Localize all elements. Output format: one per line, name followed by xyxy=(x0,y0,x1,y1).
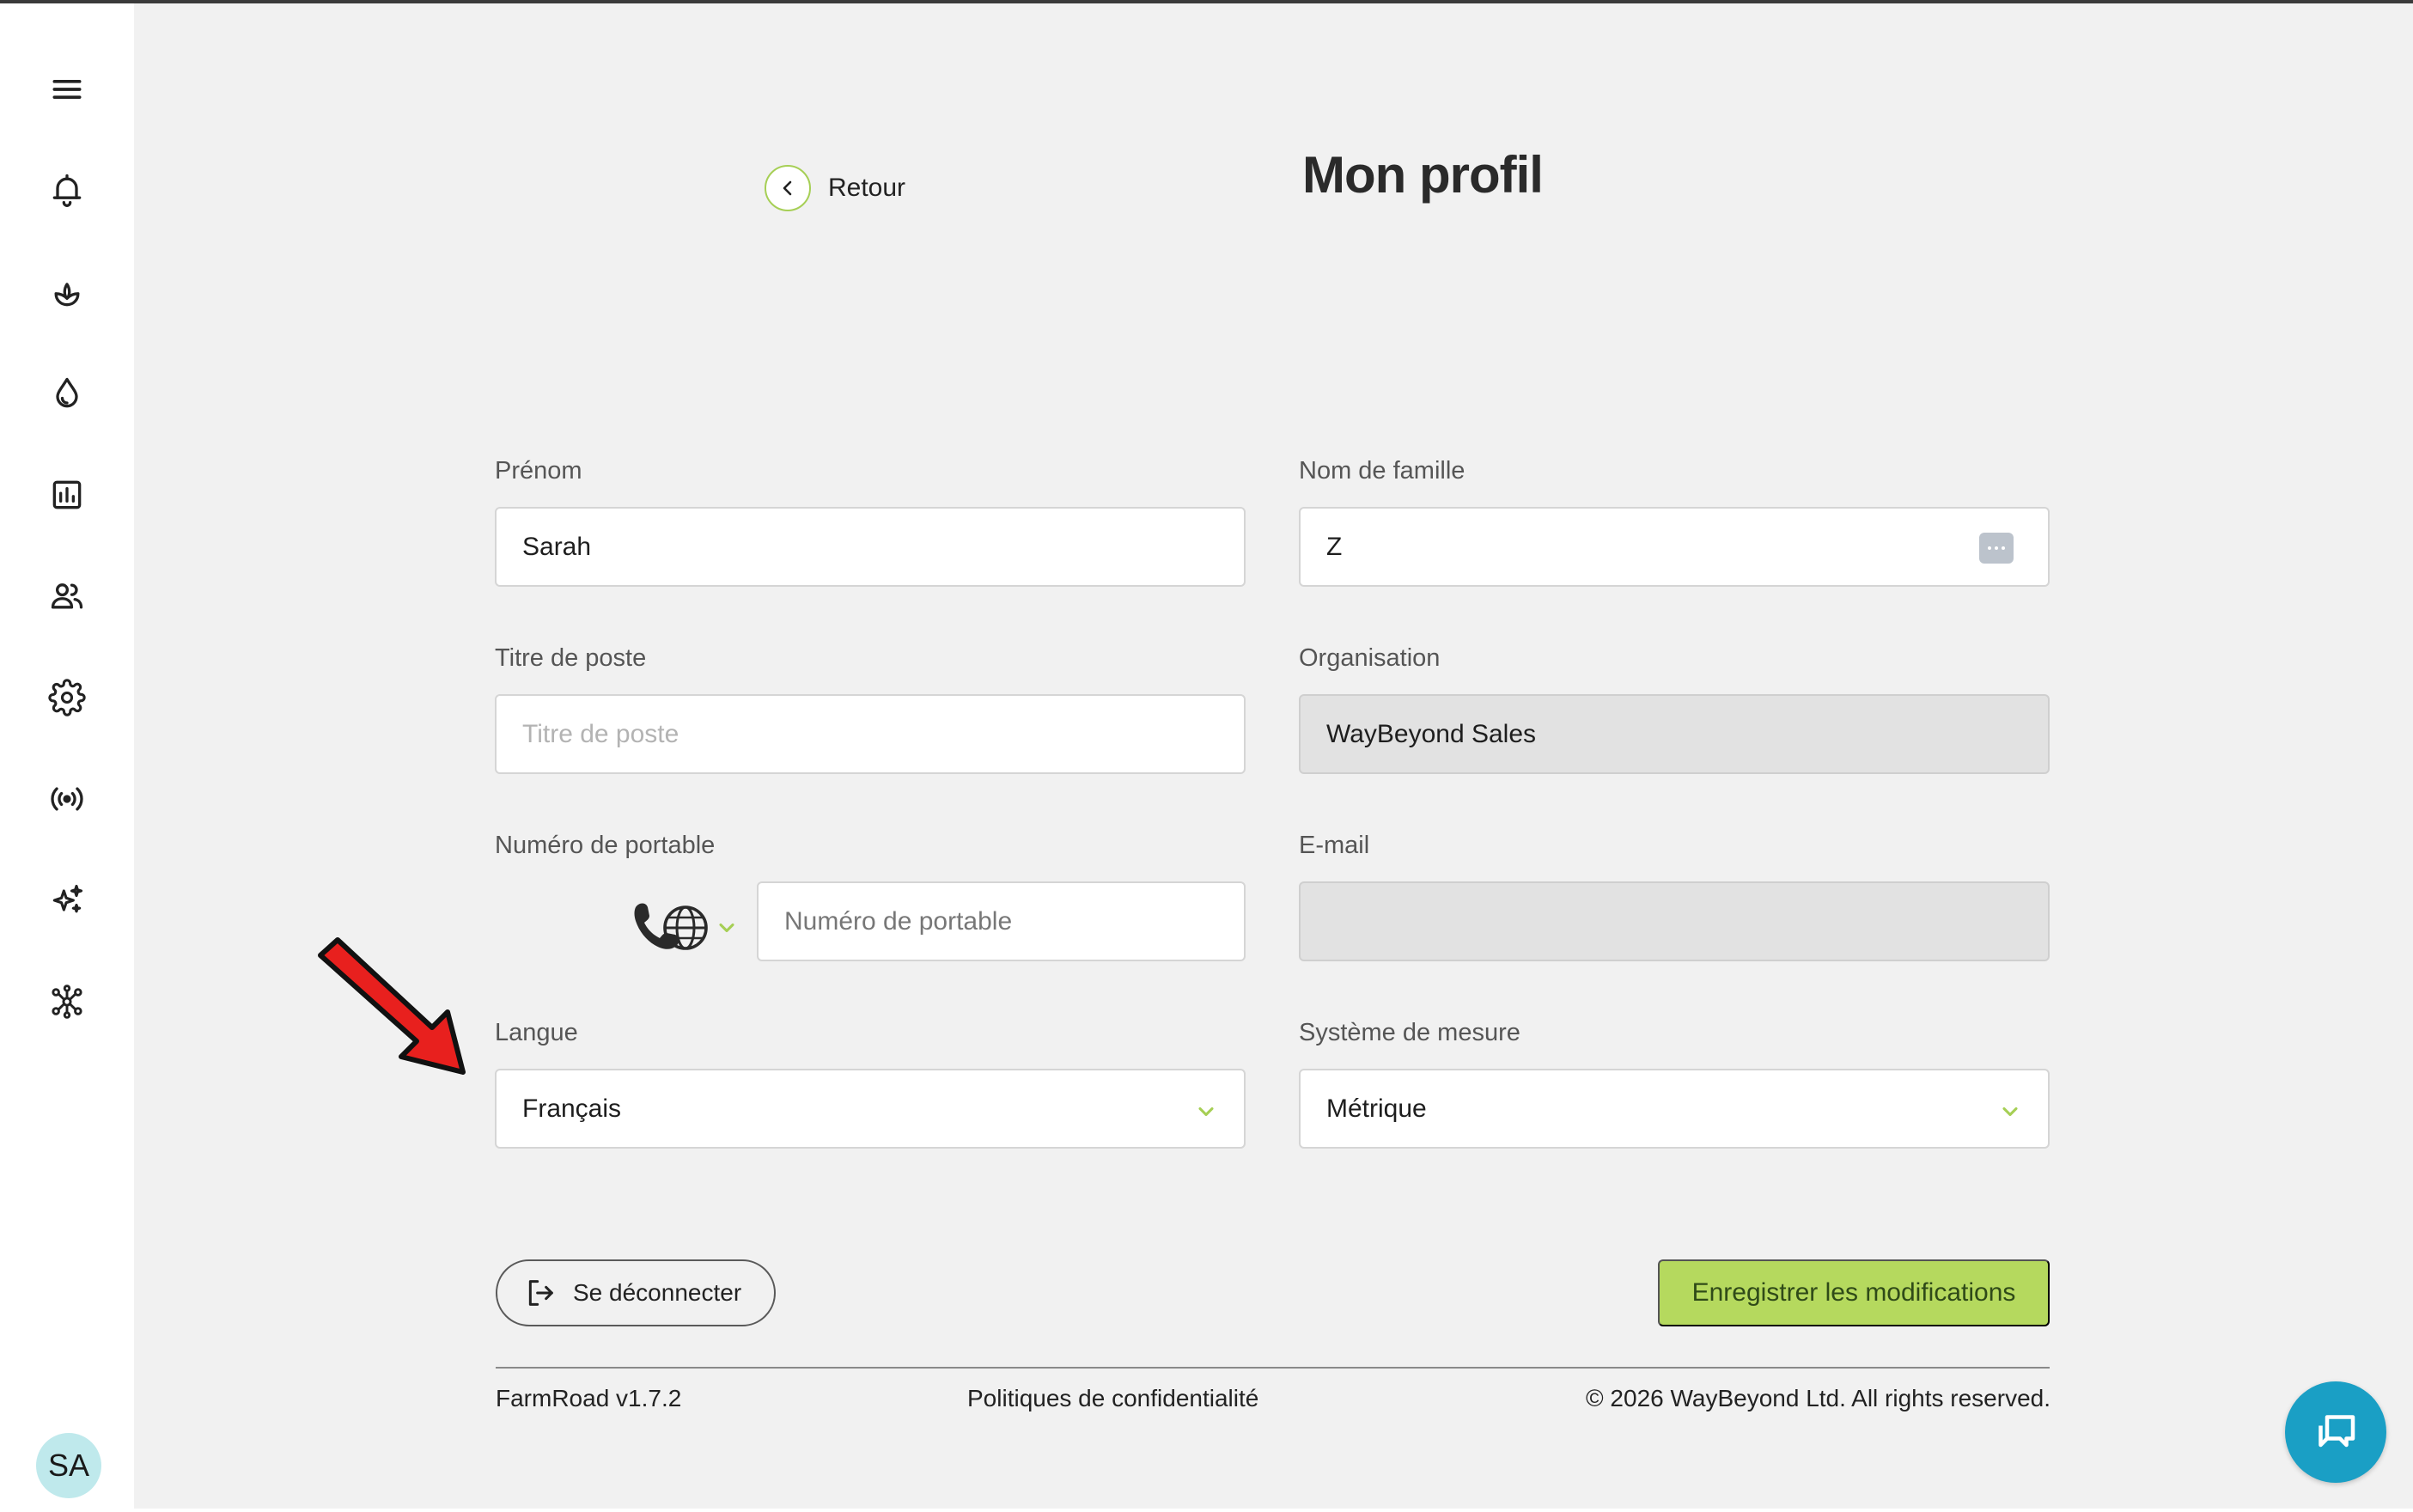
phone-globe-icon xyxy=(634,903,708,950)
language-label: Langue xyxy=(495,1019,578,1046)
main-content: Retour Mon profil Prénom Nom de famille … xyxy=(134,3,2413,1509)
logout-label: Se déconnecter xyxy=(573,1279,742,1306)
last-name-field[interactable] xyxy=(1299,507,2050,587)
gear-icon[interactable] xyxy=(43,674,91,722)
network-icon[interactable] xyxy=(43,978,91,1026)
mobile-field[interactable] xyxy=(757,881,1246,961)
chevron-down-icon xyxy=(719,923,734,933)
water-drop-icon[interactable] xyxy=(43,369,91,418)
chat-button[interactable] xyxy=(2285,1381,2386,1483)
chevron-left-icon xyxy=(765,165,811,211)
email-field xyxy=(1299,881,2050,961)
privacy-link[interactable]: Politiques de confidentialité xyxy=(967,1385,1258,1412)
app-version: FarmRoad v1.7.2 xyxy=(496,1385,682,1411)
bell-icon[interactable] xyxy=(43,166,91,214)
menu-icon[interactable] xyxy=(43,65,91,113)
language-value: Français xyxy=(522,1094,622,1123)
measurement-label: Système de mesure xyxy=(1299,1019,1520,1046)
broadcast-icon[interactable] xyxy=(43,775,91,823)
last-name-input[interactable] xyxy=(1326,509,2048,585)
organisation-field: WayBeyond Sales xyxy=(1299,694,2050,774)
sparkle-icon[interactable] xyxy=(43,876,91,924)
annotation-arrow-icon xyxy=(318,937,466,1075)
email-label: E-mail xyxy=(1299,832,1370,859)
copyright: © 2026 WayBeyond Ltd. All rights reserve… xyxy=(1586,1385,2050,1411)
save-changes-button[interactable]: Enregistrer les modifications xyxy=(1658,1259,2050,1326)
logout-icon xyxy=(528,1280,553,1306)
report-icon[interactable] xyxy=(43,471,91,519)
last-name-label: Nom de famille xyxy=(1299,457,1465,485)
logout-button[interactable]: Se déconnecter xyxy=(496,1259,776,1326)
first-name-input[interactable] xyxy=(522,509,1244,585)
mobile-input[interactable] xyxy=(784,883,1244,960)
page-title: Mon profil xyxy=(1302,146,1544,204)
back-button[interactable]: Retour xyxy=(765,165,905,211)
chevron-down-icon xyxy=(2002,1107,2018,1117)
chevron-down-icon xyxy=(1198,1107,1214,1117)
footer-divider xyxy=(496,1367,2050,1369)
organisation-value: WayBeyond Sales xyxy=(1326,719,1537,748)
first-name-label: Prénom xyxy=(495,457,582,485)
job-title-field[interactable] xyxy=(495,694,1246,774)
back-label: Retour xyxy=(828,174,906,202)
avatar[interactable]: SA xyxy=(36,1433,101,1498)
plant-icon[interactable] xyxy=(43,268,91,316)
password-manager-icon[interactable] xyxy=(1979,533,2014,564)
users-icon[interactable] xyxy=(43,572,91,620)
measurement-value: Métrique xyxy=(1326,1094,1427,1123)
job-title-label: Titre de poste xyxy=(495,644,647,672)
mobile-label: Numéro de portable xyxy=(495,832,716,859)
language-select[interactable]: Français xyxy=(495,1069,1246,1149)
chat-icon xyxy=(2319,1415,2355,1448)
sidebar: SA xyxy=(0,3,134,1512)
organisation-label: Organisation xyxy=(1299,644,1441,672)
first-name-field[interactable] xyxy=(495,507,1246,587)
job-title-input[interactable] xyxy=(522,696,1244,772)
measurement-select[interactable]: Métrique xyxy=(1299,1069,2050,1149)
country-code-select[interactable] xyxy=(629,897,739,959)
